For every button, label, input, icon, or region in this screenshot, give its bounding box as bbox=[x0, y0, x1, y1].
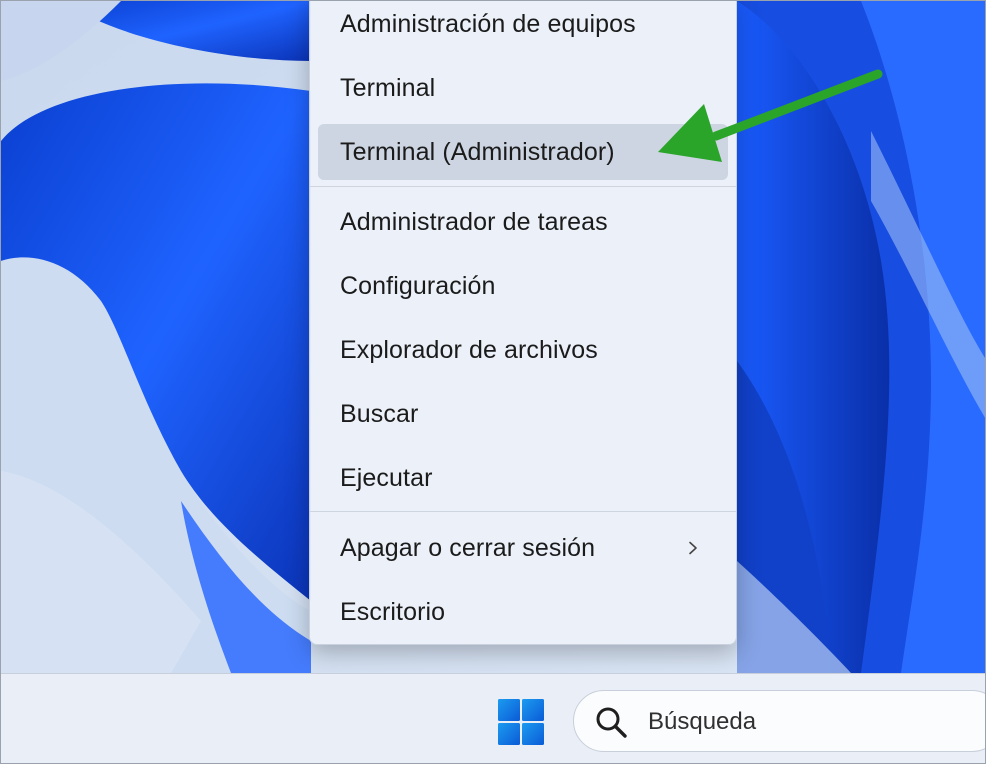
windows-logo-icon[interactable] bbox=[497, 698, 545, 746]
menu-item-label: Escritorio bbox=[340, 597, 446, 626]
menu-item-file-explorer[interactable]: Explorador de archivos bbox=[318, 322, 728, 378]
menu-item-label: Administración de equipos bbox=[340, 9, 636, 38]
menu-separator bbox=[310, 186, 736, 187]
menu-item-label: Terminal bbox=[340, 73, 436, 102]
menu-item-run[interactable]: Ejecutar bbox=[318, 450, 728, 506]
menu-item-search[interactable]: Buscar bbox=[318, 386, 728, 442]
menu-item-label: Configuración bbox=[340, 271, 496, 300]
menu-item-label: Apagar o cerrar sesión bbox=[340, 533, 596, 562]
menu-item-label: Terminal (Administrador) bbox=[340, 137, 615, 166]
menu-item-settings[interactable]: Configuración bbox=[318, 258, 728, 314]
menu-item-desktop[interactable]: Escritorio bbox=[318, 584, 728, 640]
chevron-right-icon bbox=[689, 541, 697, 555]
search-icon bbox=[596, 707, 627, 738]
menu-item-label: Explorador de archivos bbox=[340, 335, 598, 364]
menu-item-task-manager[interactable]: Administrador de tareas bbox=[318, 194, 728, 250]
taskbar: Búsqueda bbox=[1, 673, 985, 763]
search-placeholder: Búsqueda bbox=[648, 708, 757, 735]
annotation-arrow-icon bbox=[658, 69, 883, 162]
menu-item-label: Administrador de tareas bbox=[340, 207, 608, 236]
desktop-screen: Administración de equipos Terminal Termi… bbox=[0, 0, 986, 764]
menu-item-computer-management[interactable]: Administración de equipos bbox=[318, 1, 728, 52]
menu-item-shutdown-signout[interactable]: Apagar o cerrar sesión bbox=[318, 520, 728, 576]
menu-item-label: Buscar bbox=[340, 399, 419, 428]
taskbar-search-box[interactable]: Búsqueda bbox=[573, 690, 985, 752]
menu-item-label: Ejecutar bbox=[340, 463, 433, 492]
menu-separator bbox=[310, 511, 736, 512]
